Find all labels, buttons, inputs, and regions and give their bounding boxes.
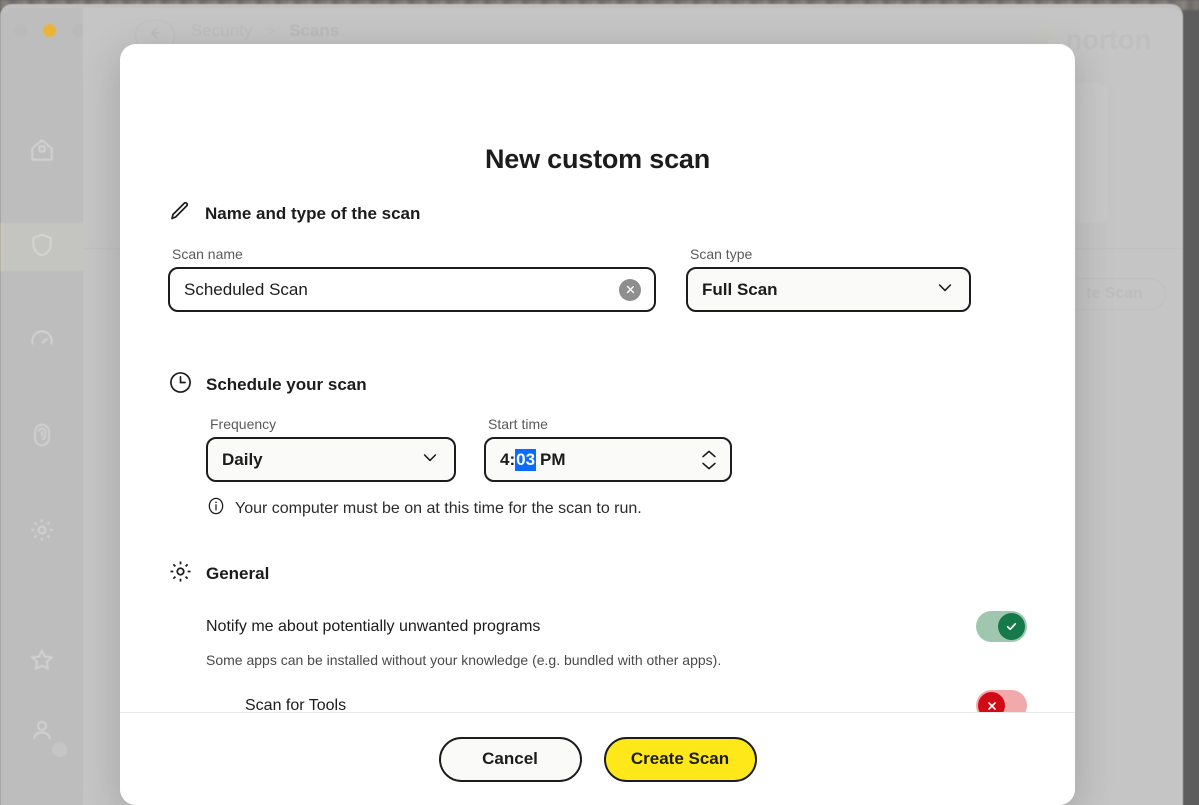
option-label: Notify me about potentially unwanted pro… xyxy=(206,618,540,636)
clock-icon xyxy=(168,370,193,400)
chevron-down-icon xyxy=(420,447,440,472)
start-time-value: 4:03PM xyxy=(500,449,566,471)
scan-for-tools-toggle[interactable] xyxy=(976,690,1027,712)
scan-name-input[interactable]: Scheduled Scan xyxy=(168,267,656,312)
toggle-knob xyxy=(998,613,1025,640)
option-label: Scan for Tools xyxy=(245,697,346,713)
frequency-select[interactable]: Daily xyxy=(206,437,456,482)
section-general-header: General xyxy=(168,559,1027,589)
scan-type-select[interactable]: Full Scan xyxy=(686,267,971,312)
chevron-up-down-icon[interactable] xyxy=(700,449,718,470)
schedule-hint-text: Your computer must be on at this time fo… xyxy=(235,500,642,518)
section-title: Schedule your scan xyxy=(206,375,367,395)
schedule-fields-row: Frequency Daily Start time xyxy=(168,416,1027,482)
section-title: Name and type of the scan xyxy=(205,204,420,224)
scan-name-value: Scheduled Scan xyxy=(184,280,308,300)
option-row-pup: Notify me about potentially unwanted pro… xyxy=(168,611,1027,642)
scan-name-field-group: Scan name Scheduled Scan xyxy=(168,246,656,312)
toggle-knob xyxy=(978,692,1005,712)
section-title: General xyxy=(206,564,269,584)
schedule-hint: Your computer must be on at this time fo… xyxy=(206,496,1027,521)
start-time-hour[interactable]: 4: xyxy=(500,450,515,470)
start-time-field-group: Start time 4:03PM xyxy=(484,416,732,482)
name-type-fields-row: Scan name Scheduled Scan Scan type Full … xyxy=(168,246,1027,312)
frequency-label: Frequency xyxy=(210,416,456,432)
dialog-footer: Cancel Create Scan xyxy=(120,712,1075,805)
scan-type-field-group: Scan type Full Scan xyxy=(686,246,971,312)
start-time-minute[interactable]: 03 xyxy=(515,449,536,471)
scan-type-label: Scan type xyxy=(690,246,971,262)
section-schedule-header: Schedule your scan xyxy=(168,370,1027,400)
chevron-down-icon xyxy=(935,277,955,302)
option-row-scan-for-tools: Scan for Tools xyxy=(168,690,1027,712)
create-scan-button[interactable]: Create Scan xyxy=(604,737,757,782)
frequency-field-group: Frequency Daily xyxy=(206,416,456,482)
info-icon xyxy=(206,496,226,521)
start-time-label: Start time xyxy=(488,416,732,432)
frequency-value: Daily xyxy=(222,450,263,470)
scan-type-value: Full Scan xyxy=(702,280,778,300)
gear-icon xyxy=(168,559,193,589)
new-custom-scan-dialog: New custom scan Name and type of the sca… xyxy=(120,44,1075,805)
start-time-meridiem[interactable]: PM xyxy=(536,450,566,470)
pup-notify-toggle[interactable] xyxy=(976,611,1027,642)
dialog-body: Name and type of the scan Scan name Sche… xyxy=(120,199,1075,712)
option-description: Some apps can be installed without your … xyxy=(168,652,1027,668)
dialog-title: New custom scan xyxy=(120,144,1075,175)
section-name-and-type-header: Name and type of the scan xyxy=(168,199,1027,228)
scan-name-label: Scan name xyxy=(172,246,656,262)
pencil-icon xyxy=(168,199,192,228)
clear-circle-icon[interactable] xyxy=(619,279,641,301)
cancel-button[interactable]: Cancel xyxy=(439,737,582,782)
start-time-input[interactable]: 4:03PM xyxy=(484,437,732,482)
screen: Security > Scans norton te Scan xyxy=(0,0,1199,805)
